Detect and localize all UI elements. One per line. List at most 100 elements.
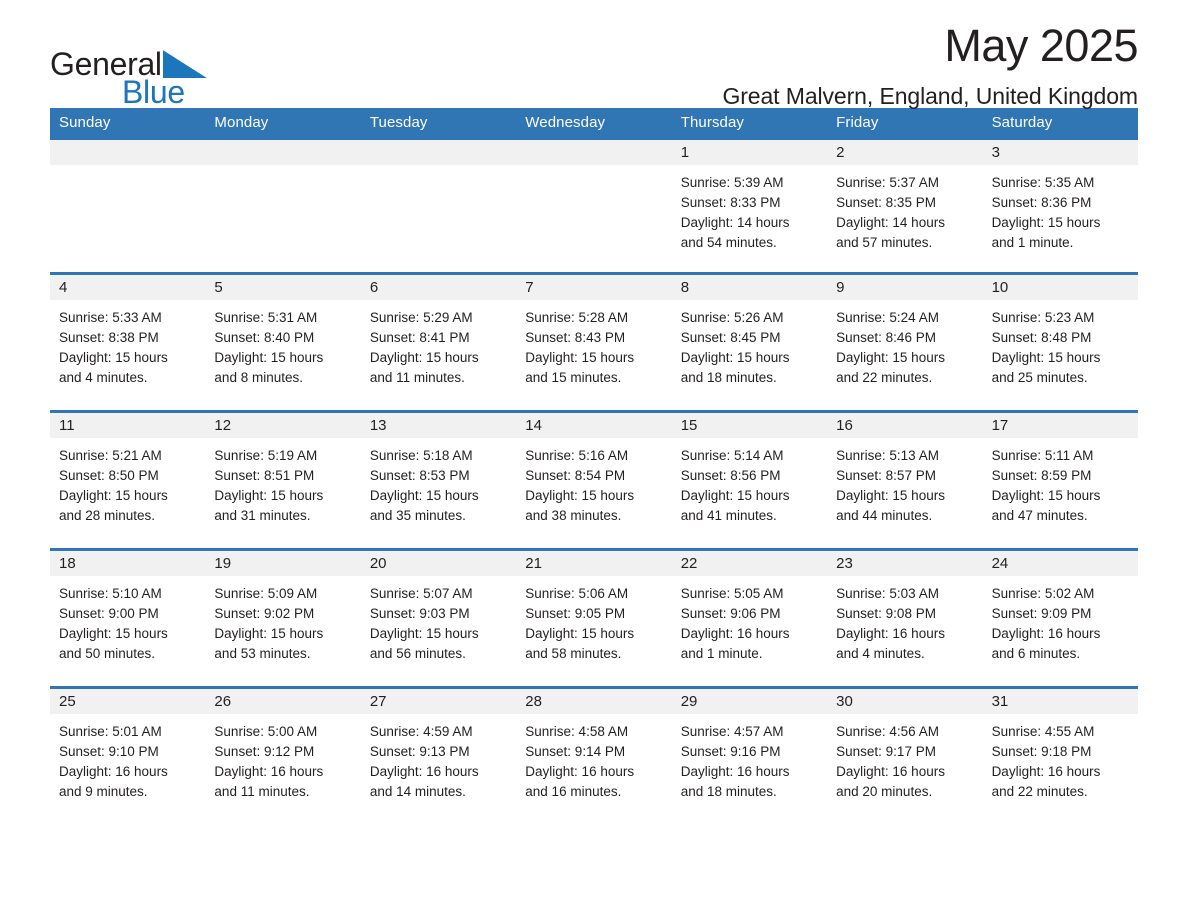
day-detail-daylight1: Daylight: 16 hours <box>836 626 945 641</box>
calendar-day-cell[interactable]: 31 Sunrise: 4:55 AM Sunset: 9:18 PM Dayligh… <box>982 689 1138 824</box>
calendar-day-cell[interactable]: 4 Sunrise: 5:33 AM Sunset: 8:38 PM Daylight… <box>50 275 206 410</box>
weekday-header-row: Sunday Monday Tuesday Wednesday Thursday Frid… <box>50 108 1138 137</box>
calendar-week-row: 25 Sunrise: 5:01 AM Sunset: 9:10 PM Dayligh… <box>50 686 1138 824</box>
calendar-day-cell[interactable]: 2 Sunrise: 5:37 AM Sunset: 8:35 PM Daylight… <box>827 140 983 272</box>
day-details: Sunrise: 5:00 AM Sunset: 9:12 PM Daylight:… <box>205 714 360 802</box>
calendar-day-cell[interactable]: 6 Sunrise: 5:29 AM Sunset: 8:41 PM Daylight… <box>360 275 517 410</box>
calendar-day-cell[interactable]: 15 Sunrise: 5:14 AM Sunset: 8:56 PM Dayligh… <box>671 413 828 548</box>
calendar-day-cell[interactable]: 17 Sunrise: 5:11 AM Sunset: 8:59 PM Dayligh… <box>982 413 1138 548</box>
calendar-day-cell[interactable]: 16 Sunrise: 5:13 AM Sunset: 8:57 PM Dayligh… <box>827 413 983 548</box>
calendar-day-cell-empty[interactable] <box>205 140 361 272</box>
day-detail-daylight1: Daylight: 15 hours <box>525 350 635 365</box>
calendar-day-cell[interactable]: 24 Sunrise: 5:02 AM Sunset: 9:09 PM Dayligh… <box>982 551 1138 686</box>
day-detail-sunrise: Sunrise: 5:24 AM <box>836 310 939 325</box>
day-detail-daylight2: and 8 minutes. <box>214 370 303 385</box>
day-detail-sunrise: Sunrise: 5:28 AM <box>525 310 629 325</box>
calendar-day-cell[interactable]: 29 Sunrise: 4:57 AM Sunset: 9:16 PM Dayligh… <box>671 689 828 824</box>
calendar-day-cell[interactable]: 27 Sunrise: 4:59 AM Sunset: 9:13 PM Dayligh… <box>360 689 517 824</box>
calendar-day-cell[interactable]: 25 Sunrise: 5:01 AM Sunset: 9:10 PM Dayligh… <box>50 689 206 824</box>
calendar-day-cell[interactable]: 11 Sunrise: 5:21 AM Sunset: 8:50 PM Dayligh… <box>50 413 206 548</box>
calendar-day-cell[interactable]: 3 Sunrise: 5:35 AM Sunset: 8:36 PM Daylight… <box>982 140 1138 272</box>
calendar-day-cell[interactable]: 14 Sunrise: 5:16 AM Sunset: 8:54 PM Dayligh… <box>516 413 672 548</box>
calendar-day-cell[interactable]: 13 Sunrise: 5:18 AM Sunset: 8:53 PM Dayligh… <box>360 413 517 548</box>
day-detail-daylight2: and 35 minutes. <box>369 508 466 523</box>
calendar-day-cell[interactable]: 20 Sunrise: 5:07 AM Sunset: 9:03 PM Dayligh… <box>360 551 517 686</box>
day-details: Sunrise: 4:56 AM Sunset: 9:17 PM Daylight:… <box>827 714 982 802</box>
day-detail-daylight2: and 15 minutes. <box>525 370 622 385</box>
day-number: 22 <box>671 551 828 576</box>
day-number: 30 <box>827 689 983 714</box>
day-number: 5 <box>205 275 361 300</box>
calendar-day-cell[interactable]: 10 Sunrise: 5:23 AM Sunset: 8:48 PM Dayligh… <box>982 275 1138 410</box>
calendar-day-cell[interactable]: 19 Sunrise: 5:09 AM Sunset: 9:02 PM Dayligh… <box>205 551 361 686</box>
day-detail-daylight2: and 6 minutes. <box>991 646 1081 661</box>
calendar-week-row: 11 Sunrise: 5:21 AM Sunset: 8:50 PM Dayligh… <box>50 410 1138 548</box>
day-detail-sunset: Sunset: 8:36 PM <box>991 195 1092 210</box>
calendar-day-cell[interactable]: 22 Sunrise: 5:05 AM Sunset: 9:06 PM Dayligh… <box>671 551 828 686</box>
day-details: Sunrise: 5:09 AM Sunset: 9:02 PM Daylight:… <box>205 576 360 664</box>
day-detail-daylight1: Daylight: 15 hours <box>59 488 168 503</box>
day-number: 21 <box>516 551 672 576</box>
day-details: Sunrise: 5:02 AM Sunset: 9:09 PM Daylight:… <box>983 576 1138 664</box>
calendar-week-row: 18 Sunrise: 5:10 AM Sunset: 9:00 PM Dayligh… <box>50 548 1138 686</box>
day-detail-sunrise: Sunrise: 5:13 AM <box>836 448 939 463</box>
day-detail-daylight2: and 4 minutes. <box>59 370 148 385</box>
day-detail-sunrise: Sunrise: 5:05 AM <box>680 586 784 601</box>
day-detail-sunrise: Sunrise: 5:37 AM <box>836 175 939 190</box>
calendar-day-cell[interactable]: 9 Sunrise: 5:24 AM Sunset: 8:46 PM Daylight… <box>827 275 983 410</box>
calendar-day-cell[interactable]: 1 Sunrise: 5:39 AM Sunset: 8:33 PM Daylight… <box>671 140 828 272</box>
day-number: 1 <box>671 140 828 165</box>
day-detail-daylight2: and 11 minutes. <box>214 784 310 799</box>
day-detail-sunrise: Sunrise: 5:23 AM <box>991 310 1095 325</box>
day-detail-sunset: Sunset: 8:38 PM <box>59 330 159 345</box>
day-number: 29 <box>671 689 828 714</box>
day-number <box>360 140 517 165</box>
calendar-day-cell-empty[interactable] <box>360 140 517 272</box>
day-number: 31 <box>982 689 1138 714</box>
day-detail-sunset: Sunset: 8:51 PM <box>214 468 315 483</box>
day-details: Sunrise: 5:10 AM Sunset: 9:00 PM Daylight:… <box>50 576 205 664</box>
calendar-day-cell[interactable]: 18 Sunrise: 5:10 AM Sunset: 9:00 PM Dayligh… <box>50 551 206 686</box>
calendar-day-cell[interactable]: 21 Sunrise: 5:06 AM Sunset: 9:05 PM Dayligh… <box>516 551 672 686</box>
calendar-day-cell-empty[interactable] <box>516 140 672 272</box>
logo-text-blue: Blue <box>122 74 185 110</box>
day-detail-sunrise: Sunrise: 5:31 AM <box>214 310 318 325</box>
day-detail-daylight2: and 9 minutes. <box>59 784 148 799</box>
calendar-day-cell[interactable]: 26 Sunrise: 5:00 AM Sunset: 9:12 PM Dayligh… <box>205 689 361 824</box>
day-details: Sunrise: 5:21 AM Sunset: 8:50 PM Daylight:… <box>50 438 205 526</box>
calendar-day-cell[interactable]: 28 Sunrise: 4:58 AM Sunset: 9:14 PM Dayligh… <box>516 689 672 824</box>
day-detail-daylight2: and 11 minutes. <box>369 370 465 385</box>
calendar-day-cell[interactable]: 7 Sunrise: 5:28 AM Sunset: 8:43 PM Daylight… <box>516 275 672 410</box>
calendar-day-cell[interactable]: 8 Sunrise: 5:26 AM Sunset: 8:45 PM Daylight… <box>671 275 828 410</box>
calendar-day-cell[interactable]: 30 Sunrise: 4:56 AM Sunset: 9:17 PM Dayligh… <box>827 689 983 824</box>
day-details: Sunrise: 5:11 AM Sunset: 8:59 PM Daylight:… <box>983 438 1138 526</box>
day-detail-sunrise: Sunrise: 5:00 AM <box>214 724 318 739</box>
day-detail-sunrise: Sunrise: 5:26 AM <box>680 310 784 325</box>
day-detail-daylight1: Daylight: 15 hours <box>214 488 324 503</box>
day-details: Sunrise: 5:35 AM Sunset: 8:36 PM Daylight:… <box>983 165 1138 253</box>
day-detail-daylight1: Daylight: 16 hours <box>991 764 1101 779</box>
day-number: 17 <box>982 413 1138 438</box>
day-number: 13 <box>360 413 517 438</box>
day-detail-daylight2: and 57 minutes. <box>836 235 933 250</box>
day-details: Sunrise: 4:55 AM Sunset: 9:18 PM Daylight:… <box>983 714 1138 802</box>
day-detail-sunset: Sunset: 9:02 PM <box>214 606 315 621</box>
calendar-day-cell[interactable]: 5 Sunrise: 5:31 AM Sunset: 8:40 PM Daylight… <box>205 275 361 410</box>
calendar-day-cell-empty[interactable] <box>50 140 206 272</box>
calendar-day-cell[interactable]: 23 Sunrise: 5:03 AM Sunset: 9:08 PM Dayligh… <box>827 551 983 686</box>
day-number: 2 <box>827 140 983 165</box>
day-detail-daylight2: and 28 minutes. <box>59 508 156 523</box>
day-detail-sunset: Sunset: 9:17 PM <box>836 744 936 759</box>
day-number: 9 <box>827 275 983 300</box>
weekday-header-monday: Monday <box>214 114 269 131</box>
day-detail-daylight1: Daylight: 15 hours <box>214 350 324 365</box>
day-detail-daylight2: and 41 minutes. <box>680 508 777 523</box>
day-detail-sunrise: Sunrise: 4:55 AM <box>991 724 1095 739</box>
calendar-grid: Sunday Monday Tuesday Wednesday Thursday Frid… <box>50 108 1138 824</box>
day-detail-daylight2: and 22 minutes. <box>991 784 1088 799</box>
calendar-weeks: 1 Sunrise: 5:39 AM Sunset: 8:33 PM Daylight… <box>50 137 1138 824</box>
day-detail-daylight1: Daylight: 15 hours <box>59 626 168 641</box>
day-detail-sunrise: Sunrise: 5:06 AM <box>525 586 629 601</box>
calendar-day-cell[interactable]: 12 Sunrise: 5:19 AM Sunset: 8:51 PM Dayligh… <box>205 413 361 548</box>
weekday-header-sunday: Sunday <box>59 114 111 131</box>
